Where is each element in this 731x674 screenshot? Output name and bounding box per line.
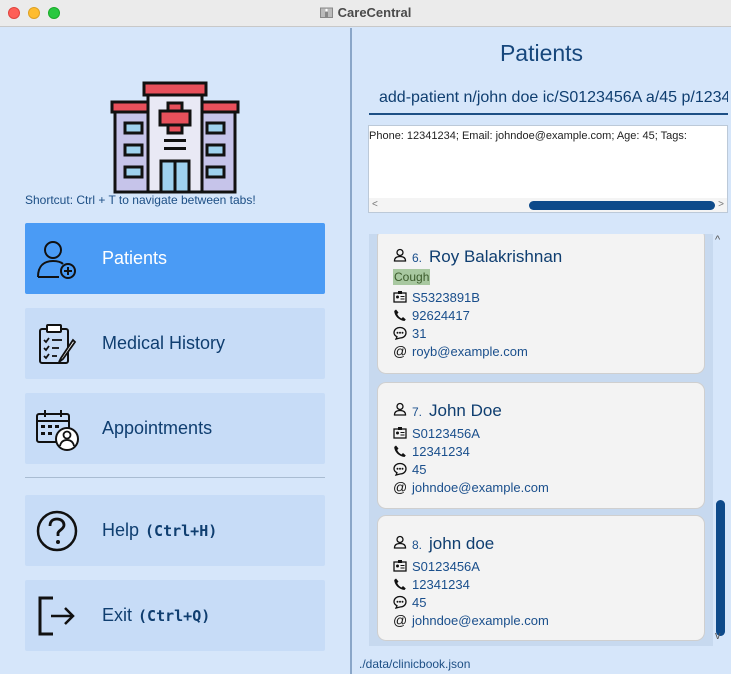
id-card-icon (393, 291, 407, 303)
clipboard-icon (39, 323, 77, 364)
sidebar: Shortcut: Ctrl + T to navigate between t… (0, 28, 350, 674)
add-user-icon (37, 240, 76, 279)
nav-tab-appointments[interactable]: Appointments (25, 393, 325, 464)
phone-icon (394, 445, 406, 457)
page-title: Patients (499, 40, 584, 66)
scroll-thumb[interactable] (716, 500, 725, 636)
patient-email: johndoe@example.com (412, 479, 549, 495)
nav-label: Medical History (102, 333, 226, 353)
patient-phone: 12341234 (412, 443, 470, 459)
chat-bubble-icon (393, 595, 407, 609)
at-sign-icon: @ (393, 479, 408, 495)
chat-bubble-icon (393, 462, 407, 476)
patient-index: 6. (412, 251, 423, 265)
command-input[interactable]: add-patient n/john doe ic/S0123456A a/45… (369, 84, 728, 115)
nav-label: Appointments (102, 418, 213, 438)
patient-ic: S5323891B (412, 289, 480, 305)
sidebar-divider (25, 477, 325, 478)
nav-tab-medical-history[interactable]: Medical History (25, 308, 325, 379)
patient-age: 45 (412, 461, 427, 477)
nav-label: Exit (Ctrl+Q) (102, 605, 211, 625)
scroll-up-icon[interactable]: ^ (715, 234, 720, 246)
calendar-user-icon (36, 409, 79, 451)
at-sign-icon: @ (393, 612, 408, 628)
patient-index: 8. (412, 538, 423, 552)
patient-name: Roy Balakrishnan (429, 247, 563, 266)
patient-ic: S0123456A (412, 425, 480, 441)
patient-list: 6. Roy Balakrishnan Cough S5323891B 9262… (369, 234, 713, 646)
person-icon (393, 535, 407, 549)
patient-name: john doe (429, 534, 495, 553)
patient-card[interactable]: 7. John Doe S0123456A 12341234 45 @ john… (377, 382, 705, 509)
id-card-icon (393, 560, 407, 572)
exit-button[interactable]: Exit (Ctrl+Q) (25, 580, 325, 651)
phone-icon (394, 578, 406, 590)
title-bar: CareCentral (0, 0, 731, 27)
result-text: Phone: 12341234; Email: johndoe@example.… (369, 130, 687, 142)
patient-email: johndoe@example.com (412, 612, 549, 628)
scroll-down-icon[interactable]: v (715, 630, 721, 642)
patient-card[interactable]: 8. john doe S0123456A 12341234 45 @ john… (377, 515, 705, 641)
patients-panel: Patients add-patient n/john doe ic/S0123… (352, 28, 731, 674)
patient-email: royb@example.com (412, 343, 528, 359)
patient-phone: 12341234 (412, 576, 470, 592)
patient-tag: Cough (393, 269, 431, 285)
id-card-icon (393, 427, 407, 439)
window-title: CareCentral (0, 5, 731, 20)
nav-label: Patients (102, 248, 168, 268)
person-icon (393, 248, 407, 262)
nav-label: Help (Ctrl+H) (102, 520, 218, 540)
phone-icon (394, 309, 406, 321)
patient-card[interactable]: 6. Roy Balakrishnan Cough S5323891B 9262… (377, 234, 705, 374)
result-display: Phone: 12341234; Email: johndoe@example.… (368, 125, 728, 213)
patient-age: 31 (412, 325, 427, 341)
person-icon (393, 402, 407, 416)
patient-name: John Doe (429, 401, 502, 420)
chat-bubble-icon (393, 326, 407, 340)
patient-list-scrollbar[interactable]: ^ v (713, 234, 728, 646)
help-icon (36, 510, 78, 551)
shortcut-hint: Shortcut: Ctrl + T to navigate between t… (25, 193, 256, 207)
result-horizontal-scrollbar[interactable]: < > (369, 198, 727, 212)
hospital-logo-icon (110, 81, 240, 194)
status-bar-path: ./data/clinicbook.json (359, 657, 471, 671)
patient-age: 45 (412, 594, 427, 610)
nav-tab-patients[interactable]: Patients (25, 223, 325, 294)
scroll-thumb[interactable] (529, 201, 715, 210)
help-button[interactable]: Help (Ctrl+H) (25, 495, 325, 566)
hospital-icon (319, 7, 333, 18)
patient-phone: 92624417 (412, 307, 470, 323)
scroll-right-icon[interactable]: > (718, 199, 724, 210)
patient-index: 7. (412, 405, 423, 419)
at-sign-icon: @ (393, 343, 408, 359)
exit-icon (38, 596, 75, 635)
scroll-left-icon[interactable]: < (372, 199, 378, 210)
patient-ic: S0123456A (412, 558, 480, 574)
